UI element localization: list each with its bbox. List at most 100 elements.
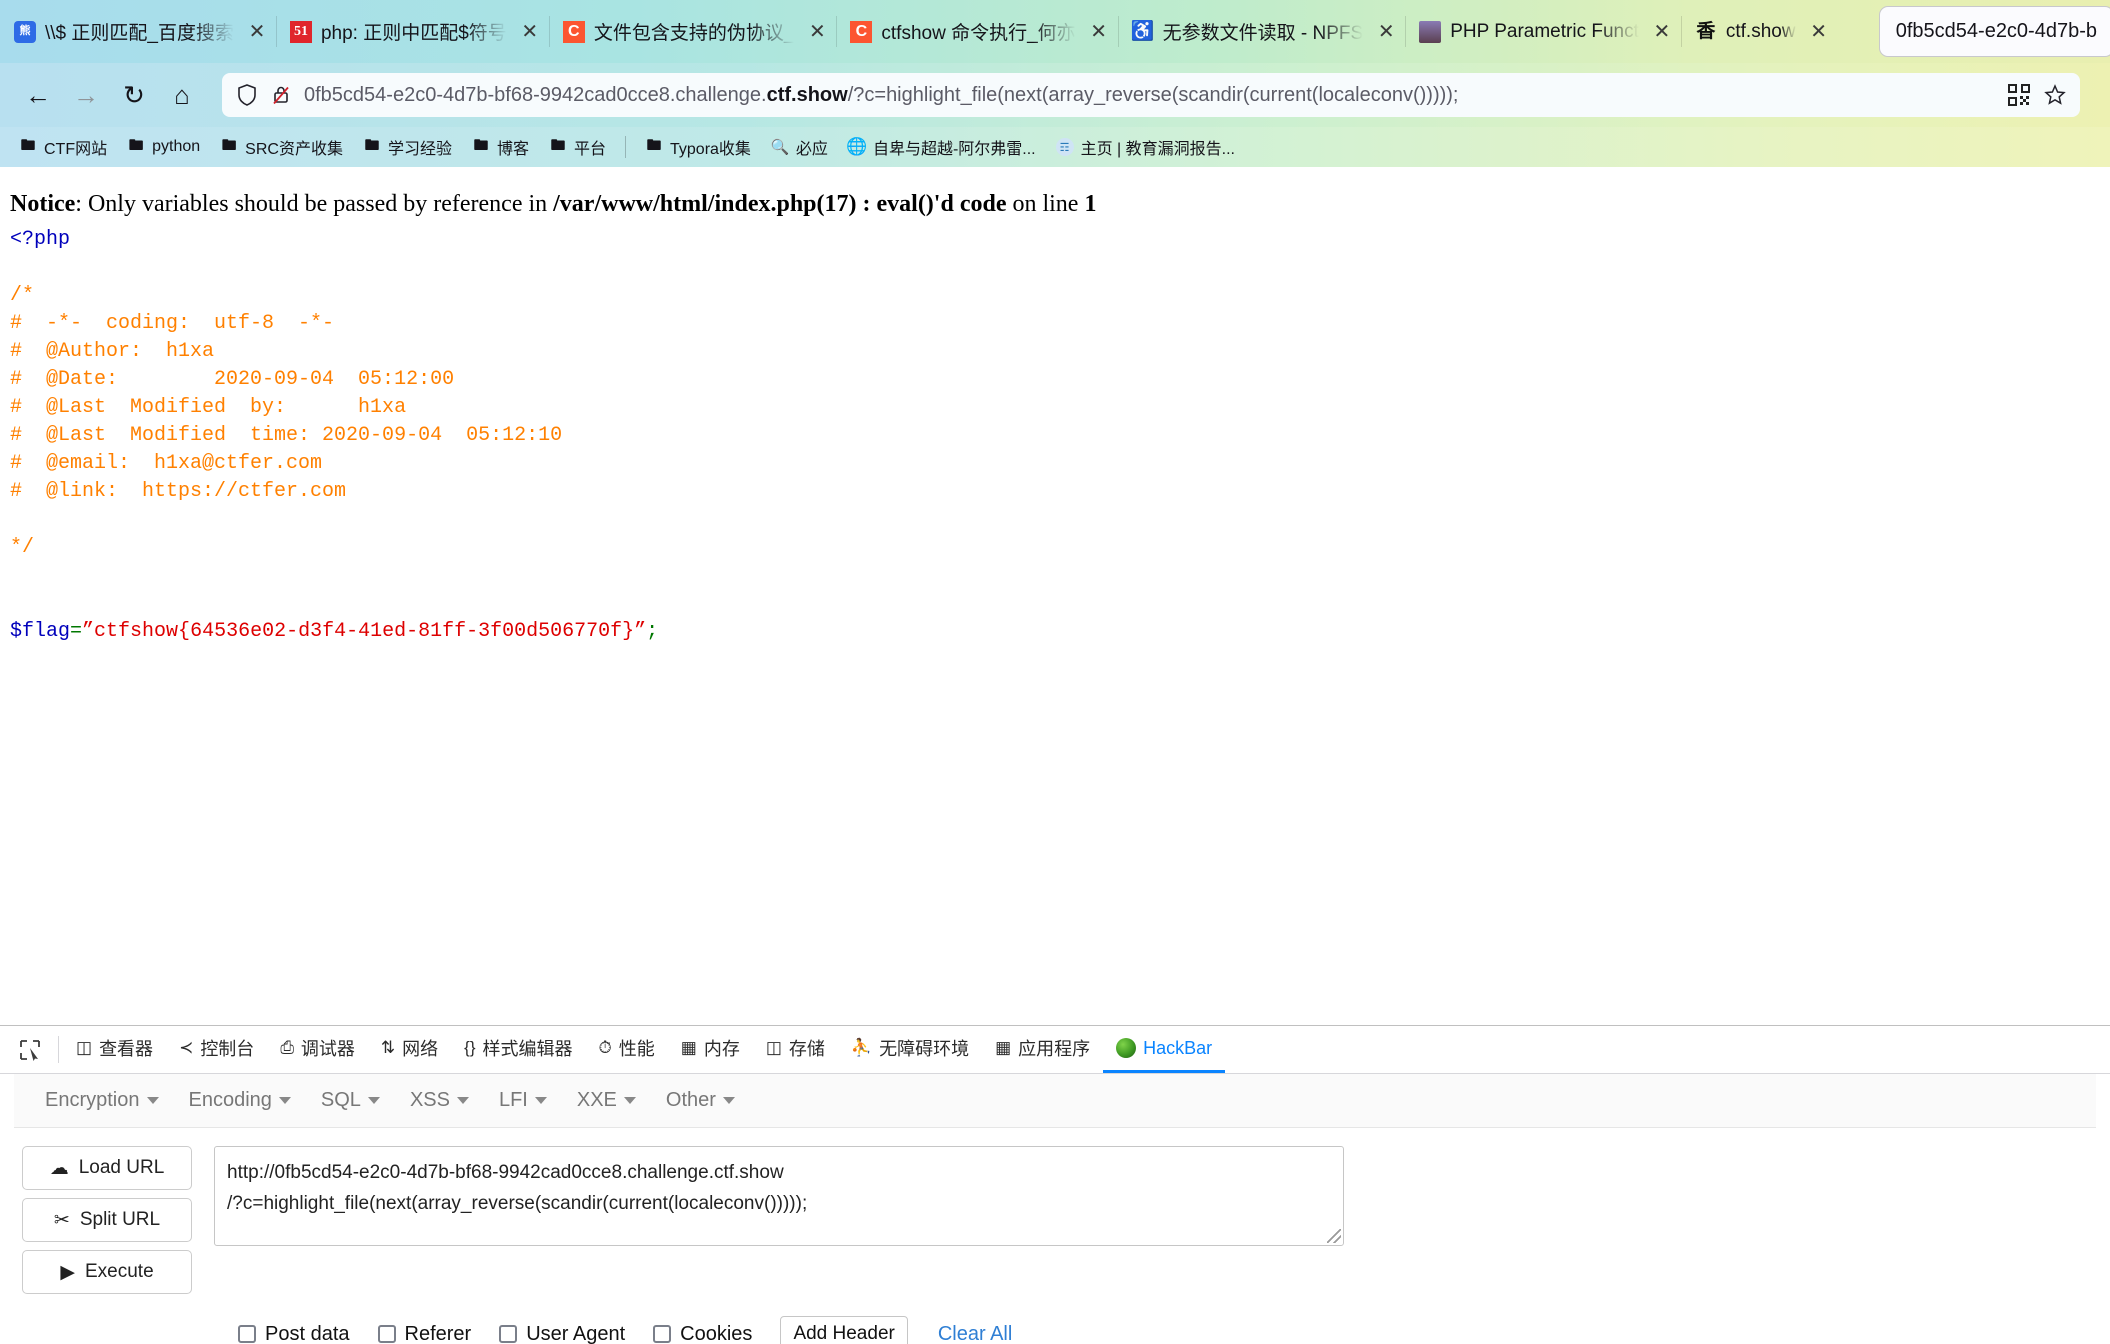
network-icon: ⇅	[380, 1038, 396, 1057]
lock-crossed-icon[interactable]	[270, 84, 292, 106]
devtools-tab-storage[interactable]: ◫ 存储	[753, 1026, 838, 1073]
url-textarea[interactable]: http://0fb5cd54-e2c0-4d7b-bf68-9942cad0c…	[214, 1146, 1344, 1246]
devtools-tab-style-editor[interactable]: {} 样式编辑器	[451, 1026, 585, 1073]
bookmark-item[interactable]: 🖿 博客	[463, 132, 538, 162]
notice-line: 1	[1084, 191, 1097, 217]
menu-label: LFI	[498, 1089, 528, 1111]
browser-tab[interactable]: C 文件包含支持的伪协议_ ✕	[548, 0, 837, 63]
hackbar-menu-other[interactable]: Other	[653, 1084, 748, 1117]
tab-label: 查看器	[99, 1039, 154, 1059]
close-icon[interactable]: ✕	[1086, 19, 1112, 45]
element-picker-icon[interactable]	[6, 1026, 54, 1073]
devtools-tab-network[interactable]: ⇅ 网络	[368, 1026, 451, 1073]
user-agent-checkbox[interactable]: User Agent	[499, 1323, 625, 1344]
notice-text-2: on line	[1006, 191, 1085, 217]
close-icon[interactable]: ✕	[244, 19, 270, 45]
hackbar-menu-encryption[interactable]: Encryption	[32, 1084, 172, 1117]
checkbox-box[interactable]	[653, 1325, 672, 1343]
hackbar-menu-lfi[interactable]: LFI	[486, 1084, 560, 1117]
bookmark-item[interactable]: 🖿 SRC资产收集	[211, 132, 352, 162]
resize-handle[interactable]	[1327, 1229, 1341, 1243]
devtools-tab-application[interactable]: ▦ 应用程序	[982, 1026, 1103, 1073]
close-icon[interactable]: ✕	[1806, 19, 1832, 45]
site-dot-icon: ☶	[1055, 138, 1074, 156]
close-icon[interactable]: ✕	[1373, 19, 1399, 45]
bookmark-item[interactable]: 🖿 CTF网站	[10, 132, 116, 162]
browser-tab[interactable]: ♿ 无参数文件读取 - NPFS ✕	[1117, 0, 1406, 63]
flag-semicolon: ;	[646, 620, 659, 644]
bookmark-item[interactable]: ☶ 主页 | 教育漏洞报告...	[1047, 132, 1244, 162]
tab-label: 内存	[703, 1039, 740, 1059]
application-icon: ▦	[995, 1038, 1012, 1057]
menu-label: Other	[665, 1089, 716, 1111]
checkbox-box[interactable]	[238, 1325, 256, 1343]
devtools-tab-accessibility[interactable]: ⛹ 无障碍环境	[838, 1026, 982, 1073]
devtools-tab-performance[interactable]: ⏱ 性能	[586, 1026, 668, 1073]
checkbox-box[interactable]	[499, 1325, 518, 1343]
checkbox-label: User Agent	[526, 1322, 626, 1344]
checkbox-box[interactable]	[377, 1325, 396, 1343]
chevron-down-icon	[146, 1097, 159, 1104]
qr-code-icon[interactable]	[2008, 84, 2030, 106]
execute-button[interactable]: ▶ Execute	[22, 1250, 192, 1294]
post-data-checkbox[interactable]: Post data	[238, 1323, 350, 1344]
tab-label: HackBar	[1143, 1037, 1213, 1058]
close-icon[interactable]: ✕	[804, 19, 830, 45]
button-label: Load URL	[78, 1157, 165, 1178]
reload-button[interactable]: ↻	[112, 73, 156, 117]
menu-label: XSS	[409, 1089, 450, 1111]
hackbar-menu-xxe[interactable]: XXE	[564, 1084, 649, 1117]
browser-tab[interactable]: C ctfshow 命令执行_何亦 ✕	[836, 0, 1117, 63]
devtools-tab-debugger[interactable]: ⎙ 调试器	[267, 1026, 368, 1073]
browser-tab[interactable]: 熊 \\$ 正则匹配_百度搜索 ✕	[0, 0, 276, 63]
checkbox-label: Referer	[404, 1322, 472, 1344]
cookies-checkbox[interactable]: Cookies	[653, 1323, 752, 1344]
flag-variable: $flag	[10, 620, 71, 644]
devtools-tab-console[interactable]: ≺ 控制台	[166, 1026, 267, 1073]
bookmark-item[interactable]: 🖿 学习经验	[354, 132, 461, 162]
hackbar-menu-encoding[interactable]: Encoding	[176, 1084, 304, 1117]
browser-tab[interactable]: 51 php: 正则中匹配$符号 ✕	[275, 0, 549, 63]
load-url-button[interactable]: ☁ Load URL	[22, 1146, 192, 1190]
close-icon[interactable]: ✕	[1649, 19, 1675, 45]
star-icon[interactable]	[2044, 84, 2066, 106]
php-comment-line: # @link: https://ctfer.com	[10, 480, 347, 504]
npfs-icon: ♿	[1130, 21, 1155, 42]
home-button[interactable]: ⌂	[160, 73, 204, 117]
new-tab-preview-chip[interactable]: 0fb5cd54-e2c0-4d7b-b	[1878, 6, 2110, 57]
php-comment-line: */	[10, 536, 35, 560]
devtools-tab-hackbar[interactable]: HackBar	[1103, 1026, 1226, 1073]
split-url-button[interactable]: ✂ Split URL	[22, 1198, 192, 1242]
devtools-tab-memory[interactable]: ▦ 内存	[668, 1026, 753, 1073]
bookmark-item[interactable]: 🔍 必应	[762, 132, 837, 162]
hackbar-menu-sql[interactable]: SQL	[308, 1084, 393, 1117]
url-suffix: /?c=highlight_file(next(array_reverse(sc…	[847, 83, 1459, 106]
bookmark-item[interactable]: 🌐 自卑与超越-阿尔弗雷...	[839, 132, 1045, 162]
referer-checkbox[interactable]: Referer	[377, 1322, 472, 1344]
bookmark-item[interactable]: 🖿 Typora收集	[636, 132, 760, 162]
hackbar-menu-xss[interactable]: XSS	[397, 1084, 482, 1117]
devtools-tab-inspector[interactable]: ◫ 查看器	[63, 1026, 166, 1073]
bookmark-label: SRC资产收集	[245, 141, 343, 158]
csdn-icon: C	[850, 20, 873, 43]
bookmark-item[interactable]: 🖿 python	[118, 135, 209, 159]
chevron-down-icon	[456, 1097, 469, 1104]
back-button[interactable]: ←	[16, 73, 60, 117]
console-icon: ≺	[179, 1038, 194, 1057]
browser-tab[interactable]: PHP Parametric Funct ✕	[1405, 0, 1681, 63]
browser-tab-active[interactable]: 香 ctf.show ✕	[1680, 0, 1838, 63]
url-domain: ctf.show	[766, 83, 848, 106]
hackbar-action-buttons: ☁ Load URL ✂ Split URL ▶ Execute	[22, 1146, 192, 1294]
bookmark-label: 主页 | 教育漏洞报告...	[1080, 141, 1235, 158]
clear-all-button[interactable]: Clear All	[938, 1323, 1012, 1344]
add-header-button[interactable]: Add Header	[780, 1316, 908, 1344]
shield-icon[interactable]	[236, 84, 258, 106]
forward-button[interactable]: →	[64, 73, 108, 117]
menu-label: Encoding	[188, 1089, 272, 1111]
address-bar[interactable]: 0fb5cd54-e2c0-4d7b-bf68-9942cad0cce8.cha…	[222, 73, 2080, 117]
bookmark-item[interactable]: 🖿 平台	[540, 132, 615, 162]
accessibility-icon: ⛹	[850, 1038, 873, 1057]
tab-label: 样式编辑器	[482, 1039, 573, 1059]
play-circle-icon: ▶	[60, 1261, 75, 1283]
close-icon[interactable]: ✕	[517, 19, 543, 45]
